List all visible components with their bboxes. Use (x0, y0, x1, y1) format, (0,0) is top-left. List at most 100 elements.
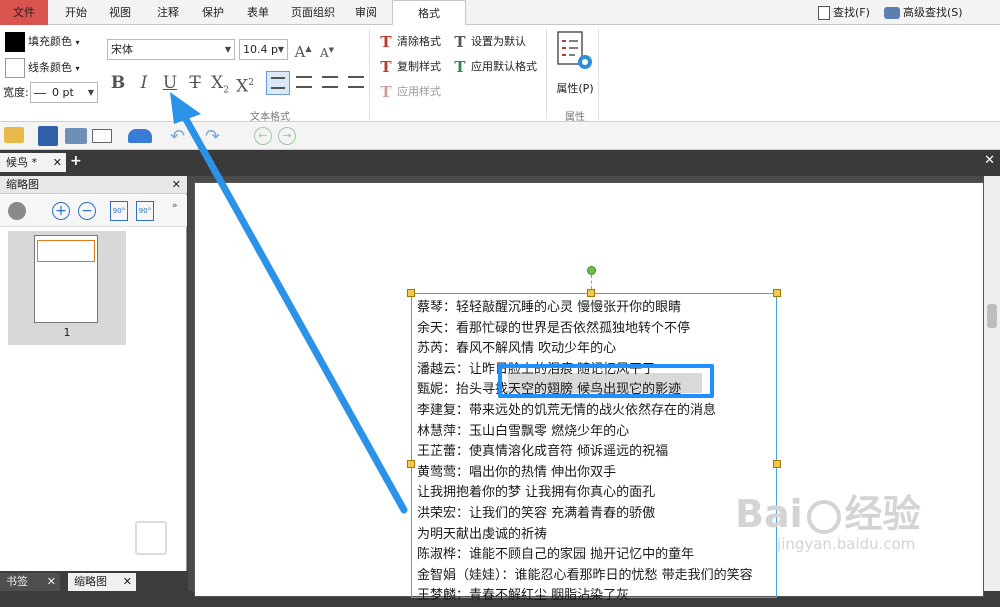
rotate-handle-line (591, 275, 592, 289)
tab-home[interactable]: 开始 (56, 0, 96, 25)
chevron-down-icon: ▼ (87, 88, 94, 97)
chevron-down-icon: ▾ (75, 64, 80, 73)
redo-icon[interactable]: ↷ (205, 126, 220, 147)
back-icon[interactable]: ← (254, 127, 272, 145)
rotate-left-icon[interactable]: 90° (110, 201, 128, 221)
align-left-icon (271, 77, 285, 89)
resize-handle[interactable] (773, 289, 781, 297)
chevron-down-icon: ▼ (224, 45, 231, 54)
document-tab[interactable]: 候鸟 * ✕ (0, 153, 66, 172)
font-name-select[interactable]: 宋体 ▼ (107, 39, 235, 60)
forward-icon[interactable]: → (278, 127, 296, 145)
gear-icon[interactable] (8, 202, 26, 220)
line-width-field[interactable]: 0 pt ▼ (30, 82, 98, 103)
document-viewport: 蔡琴：轻轻敲醒沉睡的心灵 慢慢张开你的眼睛 余天：看那忙碌的世界是否依然孤独地转个… (188, 176, 1000, 603)
thumbnail-page-image (34, 235, 98, 323)
subscript-button[interactable]: X2 (209, 72, 231, 95)
open-folder-icon[interactable] (4, 127, 24, 143)
print-icon[interactable] (65, 128, 87, 144)
resize-handle[interactable] (587, 289, 595, 297)
width-label: 宽度: (3, 86, 29, 99)
ribbon-format-panel: 填充颜色 ▾ 线条颜色 ▾ 宽度: 0 pt ▼ 宋体 ▼ 10.4 p ▼ A▲ A… (0, 25, 1000, 123)
align-left-button[interactable] (266, 71, 290, 95)
align-right-button[interactable] (319, 71, 341, 95)
align-center-icon (296, 76, 312, 88)
page-number: 1 (63, 326, 71, 339)
resize-handle[interactable] (773, 460, 781, 468)
page-thumbnail[interactable]: 1 (8, 231, 126, 345)
more-icon[interactable]: » (172, 201, 178, 211)
resize-handle[interactable] (407, 289, 415, 297)
tab-format[interactable]: 格式 (392, 0, 466, 25)
close-icon[interactable]: ✕ (47, 573, 56, 591)
resize-handle[interactable] (407, 460, 415, 468)
highlight-callout-box (498, 364, 714, 398)
add-tab-icon[interactable]: + (70, 153, 82, 169)
italic-button[interactable]: I (133, 72, 155, 94)
scan-icon[interactable] (128, 129, 152, 143)
document-text-line: 为明天献出虔诚的祈祷 (417, 526, 548, 542)
align-justify-icon (348, 76, 364, 88)
tab-file[interactable]: 文件 (0, 0, 48, 25)
panel-bottom-tabs: 书签 ✕ 缩略图 ✕ (0, 571, 187, 591)
copy-style-button[interactable]: T 复制样式 (377, 58, 441, 76)
quick-access-toolbar: ↶ ↷ ← → (0, 122, 1000, 150)
ribbon-tab-bar: 文件 开始 视图 注释 保护 表单 页面组织 审阅 格式 查找(F) 高级查找(… (0, 0, 1000, 25)
tab-view[interactable]: 视图 (100, 0, 140, 25)
find-button[interactable]: 查找(F) (818, 0, 882, 25)
properties-icon (557, 31, 592, 69)
document-text-line: 金智娟（娃娃）：谁能忍心看那昨日的忧愁 带走我们的笑容 (417, 567, 753, 583)
underline-button[interactable]: U (159, 72, 181, 94)
close-icon[interactable]: ✕ (53, 153, 62, 172)
tab-form[interactable]: 表单 (238, 0, 278, 25)
close-icon[interactable]: ✕ (172, 176, 181, 194)
document-text-line: 余天：看那忙碌的世界是否依然孤独地转个不停 (417, 320, 691, 336)
zoom-out-icon[interactable]: − (78, 202, 96, 220)
apply-default-button[interactable]: T 应用默认格式 (451, 58, 537, 76)
tab-review[interactable]: 审阅 (346, 0, 386, 25)
apply-style-button[interactable]: T 应用样式 (377, 83, 441, 101)
pages-watermark-icon (135, 521, 167, 555)
find-icon (818, 6, 830, 20)
clear-format-icon: T (380, 33, 392, 51)
set-default-button[interactable]: T 设置为默认 (451, 33, 526, 51)
fill-color-button[interactable]: 填充颜色 ▾ (28, 33, 80, 51)
document-text-line: 洪荣宏：让我们的笑容 充满着青春的骄傲 (417, 506, 656, 521)
document-text-line: 蔡琴：轻轻敲醒沉睡的心灵 慢慢张开你的眼睛 (417, 300, 682, 315)
undo-icon[interactable]: ↶ (170, 126, 185, 147)
align-justify-button[interactable] (345, 71, 367, 95)
zoom-in-icon[interactable]: + (52, 202, 70, 220)
advanced-find-button[interactable]: 高级查找(S) (884, 0, 994, 25)
tab-comment[interactable]: 注释 (148, 0, 188, 25)
fill-color-swatch[interactable] (5, 32, 25, 52)
align-center-button[interactable] (293, 71, 315, 95)
bold-button[interactable]: B (107, 72, 129, 94)
line-color-button[interactable]: 线条颜色 ▾ (28, 59, 80, 77)
font-size-select[interactable]: 10.4 p ▼ (239, 39, 288, 60)
scrollbar-thumb[interactable] (987, 304, 997, 328)
superscript-button[interactable]: X2 (234, 72, 256, 97)
tab-thumbnails[interactable]: 缩略图 ✕ (68, 573, 136, 591)
tab-protect[interactable]: 保护 (193, 0, 233, 25)
binoculars-icon (884, 7, 900, 19)
close-icon[interactable]: ✕ (984, 153, 995, 168)
line-color-swatch[interactable] (5, 58, 25, 78)
close-icon[interactable]: ✕ (123, 573, 132, 591)
vertical-scrollbar[interactable] (984, 176, 1000, 591)
font-grow-icon[interactable]: A▲ (292, 38, 314, 61)
strikethrough-button[interactable]: T (184, 72, 206, 94)
font-shrink-icon[interactable]: A▼ (316, 39, 338, 61)
tab-bookmarks[interactable]: 书签 ✕ (0, 573, 60, 591)
paw-icon (806, 499, 841, 534)
line-icon (34, 92, 46, 94)
tab-page-organize[interactable]: 页面组织 (286, 0, 340, 25)
properties-button[interactable]: 属性(P) (552, 29, 598, 99)
email-icon[interactable] (92, 129, 112, 143)
clear-format-button[interactable]: T 清除格式 (377, 33, 441, 51)
chevron-down-icon: ▼ (277, 45, 284, 54)
document-page: 蔡琴：轻轻敲醒沉睡的心灵 慢慢张开你的眼睛 余天：看那忙碌的世界是否依然孤独地转个… (194, 182, 984, 603)
save-icon[interactable] (38, 126, 58, 146)
properties-group-label: 属性 (565, 112, 585, 123)
rotate-handle[interactable] (587, 266, 596, 275)
rotate-right-icon[interactable]: 90° (136, 201, 154, 221)
